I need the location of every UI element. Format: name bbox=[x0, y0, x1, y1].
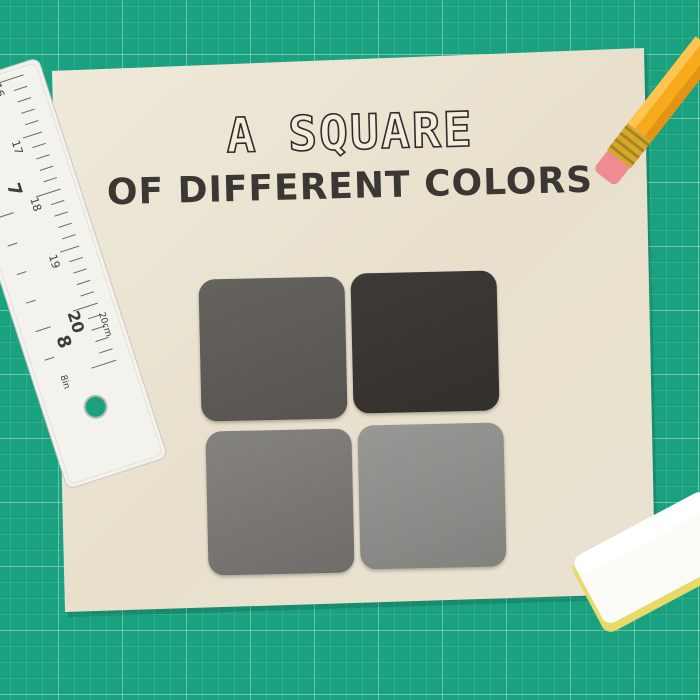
eraser bbox=[572, 492, 700, 632]
pencil bbox=[595, 36, 700, 185]
ruler: 16 17 18 19 20 7 8 20cm 8in bbox=[0, 59, 167, 488]
